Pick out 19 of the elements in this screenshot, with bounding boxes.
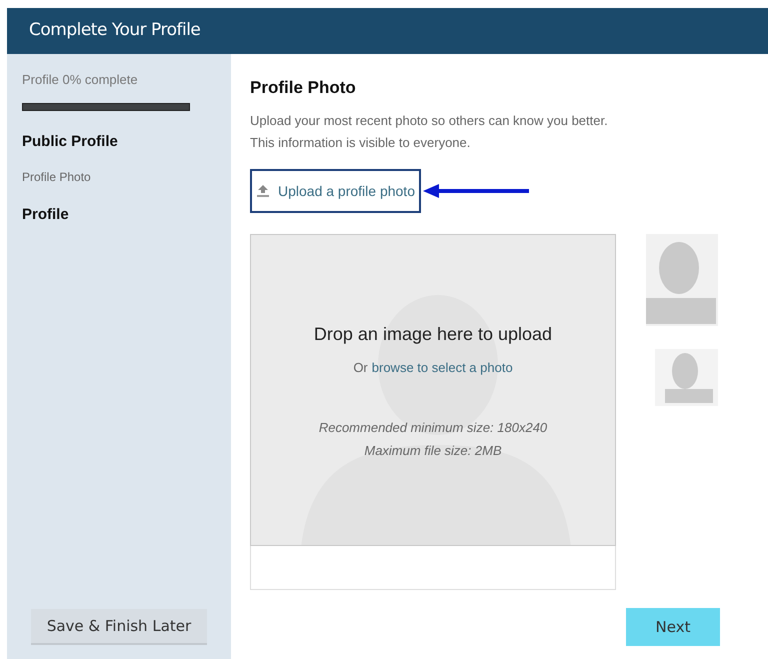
drop-title: Drop an image here to upload (314, 323, 552, 346)
avatar-placeholder (655, 349, 718, 406)
section-title: Profile Photo (250, 78, 357, 98)
sidebar-item[interactable]: Profile Photo (22, 168, 231, 186)
browse-link[interactable]: browse to select a photo (372, 358, 513, 378)
window-title: Complete Your Profile (29, 19, 200, 42)
size-hint: Recommended minimum size: 180x240 (318, 418, 548, 436)
browse-prefix: Or (353, 359, 368, 377)
upload-icon (256, 184, 270, 198)
size-hint: Maximum file size: 2MB (364, 442, 502, 460)
sidebar-section[interactable]: Profile (22, 204, 231, 226)
description-text: Upload your most recent photo so others can know you better. (250, 112, 609, 130)
upload-link[interactable]: Upload a profile photo (250, 169, 421, 213)
description-text: This information is visible to everyone. (250, 134, 472, 152)
drop-zone[interactable]: Drop an image here to upload Or browse to select a photo Recommended minimum size: 180x240 Maximum file size: 2MB (250, 234, 616, 546)
progress-label: Profile 0% complete (22, 72, 139, 88)
sidebar-section[interactable]: Public Profile (22, 131, 231, 154)
next-button[interactable]: Next (626, 608, 720, 646)
save-button[interactable]: Save & Finish Later (31, 609, 207, 645)
